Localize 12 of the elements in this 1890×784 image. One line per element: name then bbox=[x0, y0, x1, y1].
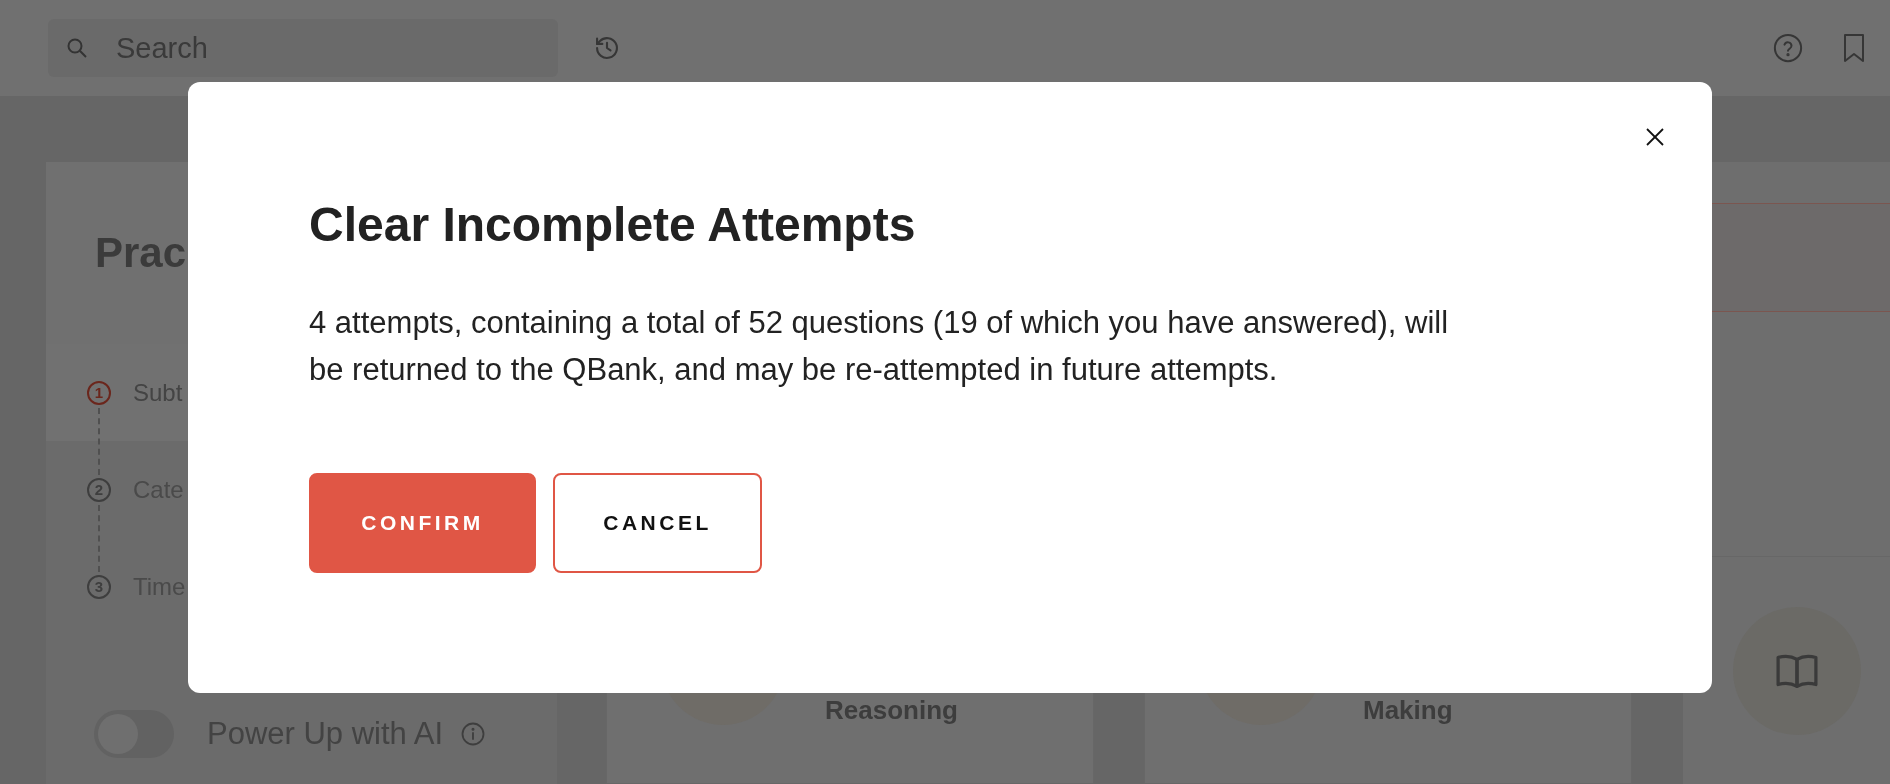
close-icon bbox=[1646, 128, 1664, 146]
dialog-title: Clear Incomplete Attempts bbox=[309, 198, 916, 252]
book-icon bbox=[1775, 653, 1819, 689]
info-icon[interactable] bbox=[461, 722, 486, 746]
search-icon bbox=[67, 38, 87, 58]
help-icon[interactable] bbox=[1773, 33, 1803, 63]
dialog-message: 4 attempts, containing a total of 52 questions (19 of which you have answered), will be returned to the QBank, and may be re-attempted in future attempts. bbox=[309, 304, 1450, 389]
history-icon[interactable] bbox=[593, 34, 621, 62]
confirm-button[interactable]: CONFIRM bbox=[309, 473, 536, 573]
bookmark-icon[interactable] bbox=[1843, 33, 1865, 63]
cancel-button[interactable]: CANCEL bbox=[553, 473, 762, 573]
step-number: 1 bbox=[87, 380, 111, 405]
